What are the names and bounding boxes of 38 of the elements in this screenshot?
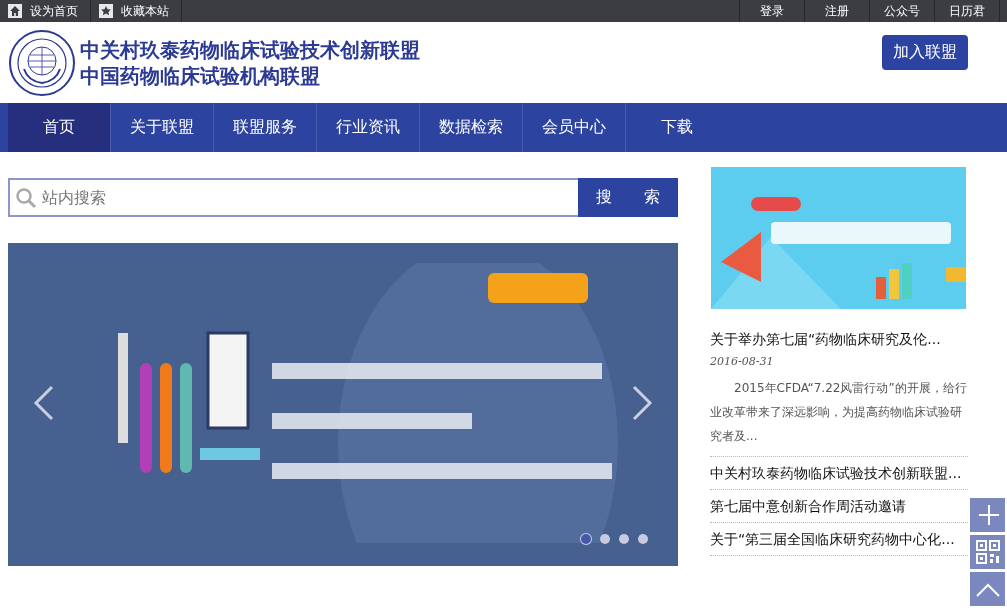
star-icon [99, 4, 113, 18]
slide-dot[interactable] [600, 534, 610, 544]
top-link[interactable]: 日历君 [934, 0, 1000, 22]
news-title[interactable]: 关于举办第七届“药物临床研究及伦... [710, 331, 968, 349]
tool-button[interactable] [970, 572, 1005, 606]
qr-code-icon [974, 539, 1001, 565]
nav-tab[interactable]: 首页 [8, 103, 111, 152]
nav-tab[interactable]: 关于联盟 [111, 103, 214, 152]
top-link[interactable]: 注册 [804, 0, 869, 22]
search-field[interactable]: 站内搜索 [8, 178, 578, 217]
home-icon [8, 4, 22, 18]
news-date: 2016-08-31 [710, 355, 775, 368]
nav-tab[interactable]: 行业资讯 [317, 103, 420, 152]
next-arrow[interactable] [630, 383, 654, 423]
top-link[interactable]: 公众号 [869, 0, 934, 22]
news-link[interactable]: 中关村玖泰药物临床试验技术创新联盟... [710, 457, 968, 490]
nav-tab[interactable]: 下载 [626, 103, 728, 152]
news-link[interactable]: 第七届中意创新合作周活动邀请 [710, 490, 968, 523]
tool-button[interactable] [970, 498, 1005, 532]
news-summary: 2015年CFDA“7.22风雷行动”的开展，给行业改革带来了深远影响，为提高药物临床试验研究者及... [710, 376, 968, 457]
logo-icon [8, 28, 76, 97]
slide-dot[interactable] [581, 534, 591, 544]
promo-image[interactable] [711, 167, 966, 309]
site-title: 中关村玖泰药物临床试验技术创新联盟 [80, 36, 420, 63]
top-link[interactable]: 设为首页 [0, 0, 91, 22]
news-link[interactable]: 关于“第三届全国临床研究药物中心化... [710, 523, 968, 556]
search-button[interactable]: 搜 索 [578, 178, 678, 217]
nav-tab[interactable]: 会员中心 [523, 103, 626, 152]
nav-tab[interactable]: 数据检索 [420, 103, 523, 152]
slide-dot[interactable] [638, 534, 648, 544]
join-button[interactable]: 加入联盟 [882, 35, 968, 70]
nav-tab[interactable]: 联盟服务 [214, 103, 317, 152]
tool-button[interactable] [970, 535, 1005, 569]
slide-dot[interactable] [619, 534, 629, 544]
site-title: 中国药物临床试验机构联盟 [80, 62, 321, 89]
top-link[interactable]: 登录 [739, 0, 804, 22]
top-link[interactable]: 收藏本站 [91, 0, 182, 22]
prev-arrow[interactable] [32, 383, 56, 423]
